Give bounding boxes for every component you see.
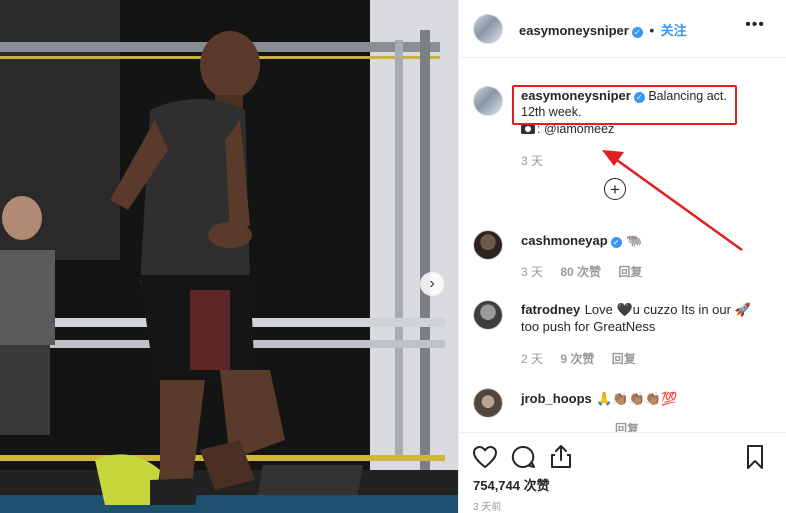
- comment-time[interactable]: 3 天: [521, 265, 543, 279]
- caption-avatar[interactable]: [473, 86, 503, 116]
- post-timestamp: 3 天前: [473, 502, 502, 513]
- comment-likes[interactable]: 80 次赞: [560, 265, 601, 279]
- follow-button[interactable]: 关注: [661, 23, 687, 38]
- comment-reply-button[interactable]: 回复: [618, 265, 642, 279]
- verified-icon: ✓: [631, 27, 643, 38]
- comment-meta: 3 天 80 次赞 回复: [521, 263, 656, 280]
- comment-username[interactable]: fatrodney: [521, 302, 580, 317]
- comment-text: 🐃: [626, 233, 643, 248]
- comment-username[interactable]: jrob_hoops: [521, 391, 592, 406]
- post-sidebar: easymoneysniper ✓ • 关注 ••• easymoneysnipe…: [458, 0, 786, 513]
- highlight-box-annotation: [512, 85, 737, 125]
- verified-icon: ✓: [610, 237, 622, 248]
- post-photo[interactable]: ›: [0, 0, 458, 513]
- bookmark-icon[interactable]: [741, 443, 769, 471]
- comment-likes[interactable]: 9 次赞: [560, 352, 594, 366]
- comment-icon[interactable]: [509, 443, 537, 471]
- plus-circle-icon: +: [610, 179, 620, 199]
- comment-username[interactable]: cashmoneyap: [521, 233, 608, 248]
- comment-body: fatrodney Love 🖤u cuzzo Its in our 🚀 too…: [521, 301, 761, 335]
- comment-meta: 2 天 9 次赞 回复: [521, 350, 650, 367]
- comment-avatar[interactable]: [473, 388, 503, 418]
- chevron-right-icon: ›: [429, 275, 435, 292]
- likes-count[interactable]: 754,744 次赞: [473, 475, 550, 494]
- comment-text: 🙏👏🏽👏🏽👏🏽💯: [596, 391, 678, 406]
- more-options-icon[interactable]: •••: [745, 16, 765, 34]
- follow-separator: •: [649, 23, 655, 38]
- comment-time[interactable]: 2 天: [521, 352, 543, 366]
- share-icon[interactable]: [547, 443, 575, 471]
- comment-body: cashmoneyap ✓ 🐃: [521, 232, 761, 249]
- comment-body: jrob_hoops 🙏👏🏽👏🏽👏🏽💯: [521, 390, 761, 407]
- heart-icon[interactable]: [471, 443, 499, 471]
- post-header: easymoneysniper ✓ • 关注 •••: [459, 0, 786, 58]
- header-author-line: easymoneysniper ✓ • 关注: [519, 20, 687, 39]
- caption-time[interactable]: 3 天: [521, 152, 543, 169]
- carousel-next-button[interactable]: ›: [420, 272, 444, 296]
- author-avatar[interactable]: [473, 14, 503, 44]
- post-actions: 754,744 次赞 3 天前: [459, 432, 786, 513]
- comment-reply-button[interactable]: 回复: [612, 352, 636, 366]
- comment-avatar[interactable]: [473, 300, 503, 330]
- author-username[interactable]: easymoneysniper: [519, 23, 629, 38]
- photo-illustration: [0, 0, 458, 513]
- comment-avatar[interactable]: [473, 230, 503, 260]
- camera-icon: [521, 124, 535, 134]
- load-more-comments-button[interactable]: +: [604, 178, 626, 200]
